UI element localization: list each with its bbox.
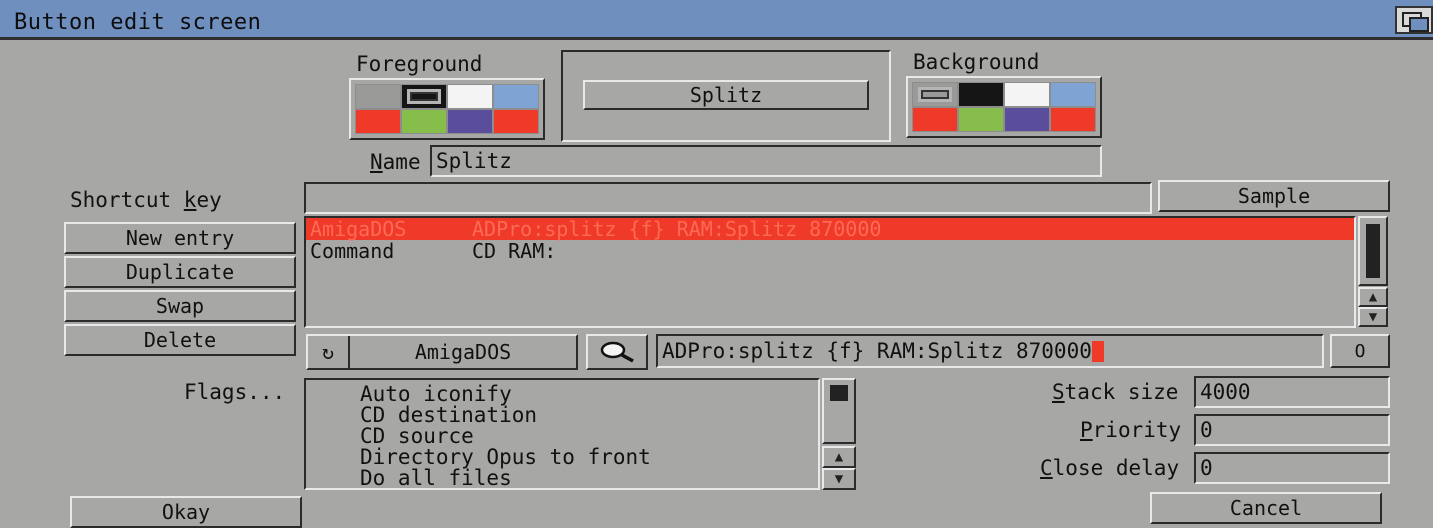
command-type: Command xyxy=(310,239,395,263)
palette-swatch[interactable] xyxy=(958,107,1004,132)
palette-swatch[interactable] xyxy=(1050,107,1096,132)
palette-swatch[interactable] xyxy=(1004,82,1050,107)
scroll-down-icon[interactable]: ▼ xyxy=(1358,307,1388,327)
palette-swatch[interactable] xyxy=(401,84,447,109)
title-bar[interactable]: Button edit screen xyxy=(0,0,1433,40)
palette-swatch[interactable] xyxy=(1050,82,1096,107)
stack-size-label: Stack size xyxy=(1052,380,1179,404)
preview-button[interactable]: Splitz xyxy=(583,80,869,110)
background-label: Background xyxy=(913,50,1040,74)
flags-list-item[interactable]: CD destination xyxy=(306,405,818,426)
flags-list[interactable]: Auto iconify CD destination CD source Direc… xyxy=(304,378,820,490)
palette-swatch[interactable] xyxy=(355,84,401,109)
swap-button[interactable]: Swap xyxy=(64,290,296,322)
palette-swatch[interactable] xyxy=(912,82,958,107)
flags-list-item[interactable]: Directory Opus to front xyxy=(306,447,818,468)
priority-input[interactable]: 0 xyxy=(1194,414,1390,446)
command-text: ADPro:splitz {f} RAM:Splitz 870000 xyxy=(472,217,882,241)
command-list[interactable]: AmigaDOS ADPro:splitz {f} RAM:Splitz 870… xyxy=(304,216,1356,328)
scrollbar-knob[interactable] xyxy=(830,385,848,401)
magnifier-icon xyxy=(600,341,634,363)
function-type-label: AmigaDOS xyxy=(414,340,512,364)
flags-list-item[interactable]: Do all files xyxy=(306,468,818,489)
new-entry-button[interactable]: New entry xyxy=(64,222,296,254)
foreground-palette[interactable] xyxy=(349,78,545,140)
duplicate-button[interactable]: Duplicate xyxy=(64,256,296,288)
flags-label: Flags... xyxy=(184,380,286,404)
close-delay-input[interactable]: 0 xyxy=(1194,452,1390,484)
close-delay-label: Close delay xyxy=(1040,456,1180,480)
name-label: Name xyxy=(370,150,421,174)
shortcut-key-input[interactable] xyxy=(304,182,1152,214)
argument-button[interactable]: O xyxy=(1330,334,1390,368)
delete-button[interactable]: Delete xyxy=(64,324,296,356)
command-input[interactable]: ADPro:splitz {f} RAM:Splitz 870000 xyxy=(656,334,1324,368)
scroll-up-icon[interactable]: ▲ xyxy=(1358,287,1388,307)
palette-swatch[interactable] xyxy=(493,109,539,134)
command-list-scrollbar[interactable] xyxy=(1358,216,1388,286)
flags-list-item[interactable]: CD source xyxy=(306,426,818,447)
foreground-label: Foreground xyxy=(356,52,483,76)
command-text: CD RAM: xyxy=(472,239,557,263)
name-input[interactable]: Splitz xyxy=(430,145,1102,177)
stack-size-input[interactable]: 4000 xyxy=(1194,376,1390,408)
command-input-text: ADPro:splitz {f} RAM:Splitz 870000 xyxy=(662,339,1092,363)
button-preview-frame: Splitz xyxy=(561,50,891,142)
scrollbar-knob[interactable] xyxy=(1366,224,1380,278)
depth-gadget-icon[interactable] xyxy=(1395,6,1433,34)
okay-button[interactable]: Okay xyxy=(70,496,302,528)
scroll-up-icon[interactable]: ▲ xyxy=(822,446,856,468)
cycle-icon: ↻ xyxy=(308,336,350,368)
sample-button[interactable]: Sample xyxy=(1158,180,1390,212)
background-palette[interactable] xyxy=(906,76,1102,138)
function-type-cycle[interactable]: ↻ AmigaDOS xyxy=(306,334,578,370)
command-type: AmigaDOS xyxy=(310,217,407,241)
flags-list-item[interactable]: Auto iconify xyxy=(306,384,818,405)
palette-swatch[interactable] xyxy=(493,84,539,109)
list-item[interactable]: AmigaDOS ADPro:splitz {f} RAM:Splitz 870… xyxy=(306,218,1354,240)
palette-swatch[interactable] xyxy=(1004,107,1050,132)
scroll-down-icon[interactable]: ▼ xyxy=(822,468,856,490)
magnifier-button[interactable] xyxy=(586,334,648,370)
palette-swatch[interactable] xyxy=(447,84,493,109)
shortcut-key-label: Shortcut key xyxy=(70,188,222,212)
window-title: Button edit screen xyxy=(14,10,262,35)
palette-swatch[interactable] xyxy=(912,107,958,132)
flags-scrollbar[interactable] xyxy=(822,378,856,444)
text-cursor xyxy=(1091,340,1104,362)
palette-swatch[interactable] xyxy=(401,109,447,134)
palette-swatch[interactable] xyxy=(355,109,401,134)
cancel-button[interactable]: Cancel xyxy=(1150,492,1382,524)
priority-label: Priority xyxy=(1080,418,1182,442)
palette-swatch[interactable] xyxy=(447,109,493,134)
list-item[interactable]: Command CD RAM: xyxy=(306,240,1354,262)
palette-swatch[interactable] xyxy=(958,82,1004,107)
